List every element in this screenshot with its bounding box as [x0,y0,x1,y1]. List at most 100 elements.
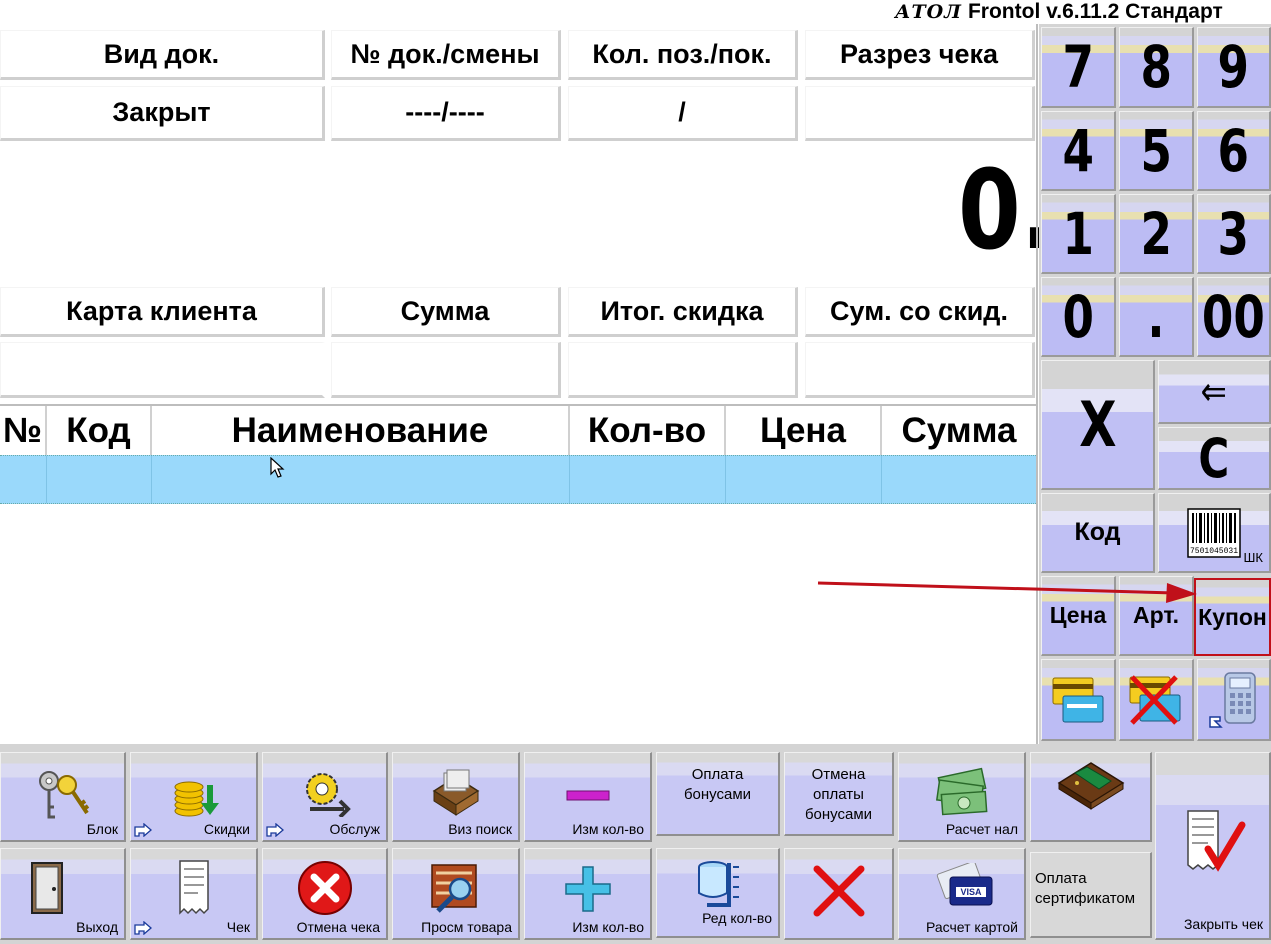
col-quantity[interactable]: Кол-во [570,406,726,456]
cancel-check-button[interactable]: Отмена чека [262,848,388,940]
key-1[interactable]: 1 [1041,194,1116,274]
barcode-number: 7501045031 [1190,547,1238,556]
service-button[interactable]: Обслуж [262,752,388,842]
cancel-circle-icon [297,861,352,915]
visual-search-label: Виз поиск [448,821,512,837]
change-qty-minus-label: Изм кол-во [572,821,644,837]
key-0[interactable]: 0 [1041,277,1116,357]
row-cell-number [0,456,47,503]
wallet-button[interactable] [1030,752,1152,842]
delete-button[interactable] [784,848,894,940]
doc-number-header: № док./смены [331,30,561,80]
cash-payment-button[interactable]: Расчет нал [898,752,1026,842]
key-card-cancel[interactable] [1119,659,1194,741]
edit-qty-label: Ред кол-во [702,910,772,926]
close-check-button[interactable]: Закрыть чек [1155,752,1271,940]
cancel-check-label: Отмена чека [296,919,380,935]
service-gear-icon [305,773,351,817]
visual-search-icon [432,769,479,816]
key-calculator[interactable] [1197,659,1271,741]
col-number[interactable]: № [0,406,47,456]
key-2[interactable]: 2 [1119,194,1194,274]
key-8[interactable]: 8 [1119,27,1194,108]
key-backspace[interactable]: ⇐ [1158,360,1271,424]
doc-number-value: ----/---- [331,86,561,141]
shortcut-arrow-icon [266,823,284,837]
items-grid-header: № Код Наименование Кол-во Цена Сумма [0,404,1036,456]
row-cell-price [726,456,882,503]
panel-divider [1036,24,1038,744]
key-multiply[interactable]: X [1041,360,1155,490]
coins-discount-icon [174,781,219,817]
positions-value: / [568,86,798,141]
exit-label: Выход [76,919,118,935]
sum-value [331,342,561,398]
door-exit-icon [30,862,63,914]
cancel-bonus-payment-button[interactable]: Отмена оплаты бонусами [784,752,894,836]
sum-header: Сумма [331,287,561,337]
key-6[interactable]: 6 [1197,111,1271,191]
key-card-payment[interactable] [1041,659,1116,741]
catalog-view-icon [430,864,477,913]
check-label: Чек [226,919,250,935]
atol-logo: АТОЛ [895,1,962,23]
key-code[interactable]: Код [1041,493,1155,573]
key-4[interactable]: 4 [1041,111,1116,191]
total-discount-value [568,342,798,398]
change-qty-plus-label: Изм кол-во [572,919,644,935]
key-clear[interactable]: C [1158,427,1271,490]
key-9[interactable]: 9 [1197,27,1271,108]
edit-qty-button[interactable]: Ред кол-во [656,848,780,938]
wallet-icon [1057,762,1124,810]
key-coupon[interactable]: Купон [1194,578,1271,656]
col-code[interactable]: Код [47,406,152,456]
col-sum[interactable]: Сумма [882,406,1036,456]
change-qty-minus-button[interactable]: Изм кол-во [524,752,652,842]
key-3[interactable]: 3 [1197,194,1271,274]
key-5[interactable]: 5 [1119,111,1194,191]
certificate-payment-button[interactable]: Оплата сертификатом [1030,852,1152,938]
keys-icon [38,771,89,819]
red-cross-icon [813,865,864,917]
doc-type-value: Закрыт [0,86,325,141]
lock-button[interactable]: Блок [0,752,126,842]
bonus-payment-label: Оплата бонусами [683,766,752,803]
backspace-arrow-icon: ⇐ [1200,368,1228,415]
card-payment-label: Расчет картой [926,919,1018,935]
annotation-arrow-icon [817,581,1197,603]
card-visa-icon: VISA [936,863,992,906]
client-card-header: Карта клиента [0,287,325,337]
card-payment-button[interactable]: VISA Расчет картой [898,848,1026,940]
certificate-payment-label: Оплата сертификатом [1035,870,1136,907]
input-display: 0. [958,146,1056,274]
key-barcode[interactable]: 7501045031 ШК [1158,493,1271,573]
table-row[interactable] [0,455,1036,504]
change-qty-plus-button[interactable]: Изм кол-во [524,848,652,940]
check-receipt-icon [178,860,209,915]
visual-search-button[interactable]: Виз поиск [392,752,520,842]
mouse-cursor-icon [270,457,285,478]
shortcut-arrow-icon [134,823,152,837]
discounts-button[interactable]: Скидки [130,752,258,842]
lock-label: Блок [86,821,118,837]
app-title: Frontol v.6.11.2 Стандарт [967,0,1223,23]
key-7[interactable]: 7 [1041,27,1116,108]
total-discount-header: Итог. скидка [568,287,798,337]
key-dot[interactable]: . [1119,277,1194,357]
exit-button[interactable]: Выход [0,848,126,940]
cancel-bonus-payment-label: Отмена оплаты бонусами [804,766,873,823]
minus-icon [566,790,609,801]
key-00[interactable]: 00 [1197,277,1271,357]
bonus-payment-button[interactable]: Оплата бонусами [656,752,780,836]
col-name[interactable]: Наименование [152,406,570,456]
card-cancel-icon [1129,674,1181,725]
view-product-button[interactable]: Просм товара [392,848,520,940]
row-cell-code [47,456,152,503]
check-button[interactable]: Чек [130,848,258,940]
col-price[interactable]: Цена [726,406,882,456]
card-icon [1052,677,1104,722]
barcode-icon: 7501045031 [1187,507,1241,558]
doc-type-header: Вид док. [0,30,325,80]
close-check-label: Закрыть чек [1183,916,1263,932]
cash-icon [935,767,987,816]
